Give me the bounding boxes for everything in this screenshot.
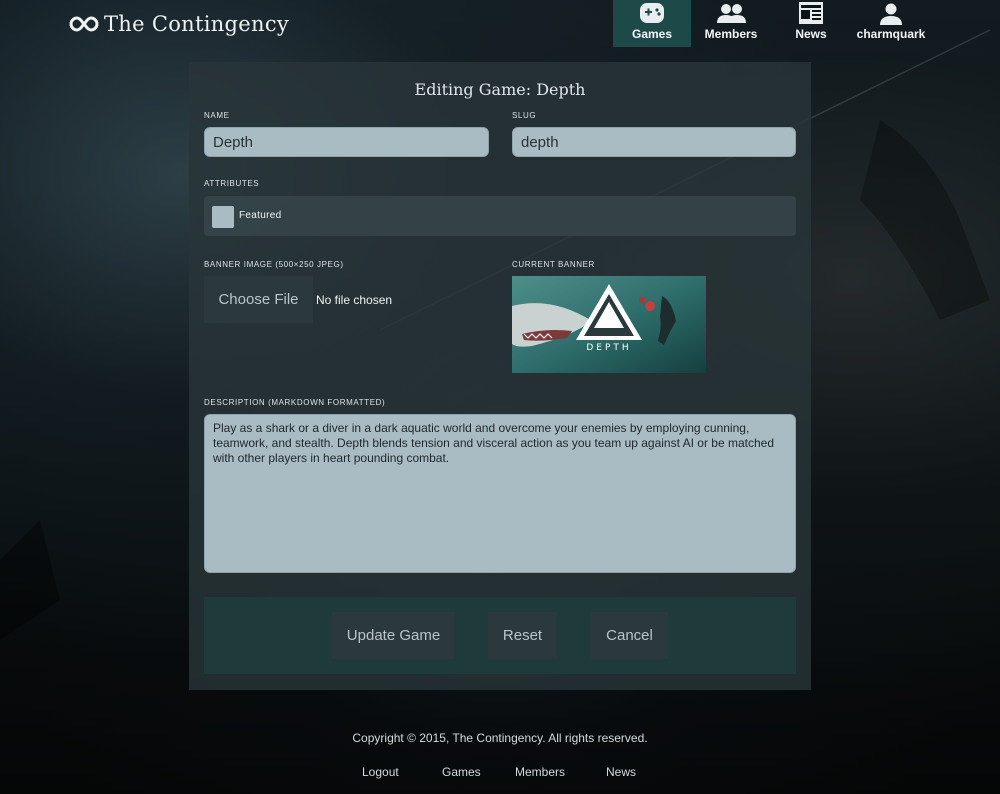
newspaper-icon (799, 2, 823, 24)
footer-link-news[interactable]: News (606, 765, 636, 779)
current-banner-label: CURRENT BANNER (512, 260, 595, 269)
main-nav: Games Members News charmquark (613, 0, 931, 47)
site-logo[interactable]: The Contingency (68, 12, 289, 36)
featured-label: Featured (239, 210, 282, 221)
update-game-button[interactable]: Update Game (332, 612, 455, 659)
description-label: DESCRIPTION (MARKDOWN FORMATTED) (204, 398, 386, 407)
people-icon (717, 4, 746, 23)
nav-label: Members (704, 27, 758, 41)
cancel-button[interactable]: Cancel (591, 612, 668, 659)
attributes-label: ATTRIBUTES (204, 179, 260, 188)
footer-copyright: Copyright © 2015, The Contingency. All r… (352, 731, 648, 745)
nav-user[interactable]: charmquark (851, 0, 931, 47)
description-textarea[interactable]: Play as a shark or a diver in a dark aqu… (204, 414, 796, 573)
footer-link-logout[interactable]: Logout (362, 765, 399, 779)
file-status: No file chosen (316, 293, 393, 307)
nav-games[interactable]: Games (613, 0, 691, 47)
edit-game-card: Editing Game: Depth NAME Depth SLUG dept… (189, 62, 811, 690)
banner-image-label: BANNER IMAGE (500×250 JPEG) (204, 260, 344, 269)
form-actions: Update Game Reset Cancel (204, 597, 796, 674)
site-name: The Contingency (104, 12, 290, 36)
attributes-box: Featured (204, 196, 796, 236)
current-banner-image: DEPTH (512, 276, 706, 373)
choose-file-button[interactable]: Choose File (204, 276, 313, 323)
user-icon (880, 3, 902, 25)
infinity-logo-icon (69, 16, 99, 32)
nav-members[interactable]: Members (691, 0, 771, 47)
gamepad-icon (640, 3, 664, 23)
nav-label: Games (631, 27, 673, 41)
slug-input[interactable]: depth (512, 127, 796, 157)
site-header: The Contingency Games Members News charm… (0, 0, 1000, 48)
featured-checkbox[interactable] (212, 206, 234, 228)
slug-label: SLUG (512, 111, 537, 120)
name-label: NAME (204, 111, 230, 120)
name-input[interactable]: Depth (204, 127, 489, 157)
page-title: Editing Game: Depth (414, 80, 586, 99)
nav-label: News (795, 27, 827, 41)
nav-label: charmquark (856, 27, 926, 41)
nav-news[interactable]: News (771, 0, 851, 47)
footer-link-games[interactable]: Games (442, 765, 481, 779)
banner-logo-text: DEPTH (586, 343, 631, 353)
reset-button[interactable]: Reset (488, 612, 557, 659)
footer-link-members[interactable]: Members (515, 765, 565, 779)
